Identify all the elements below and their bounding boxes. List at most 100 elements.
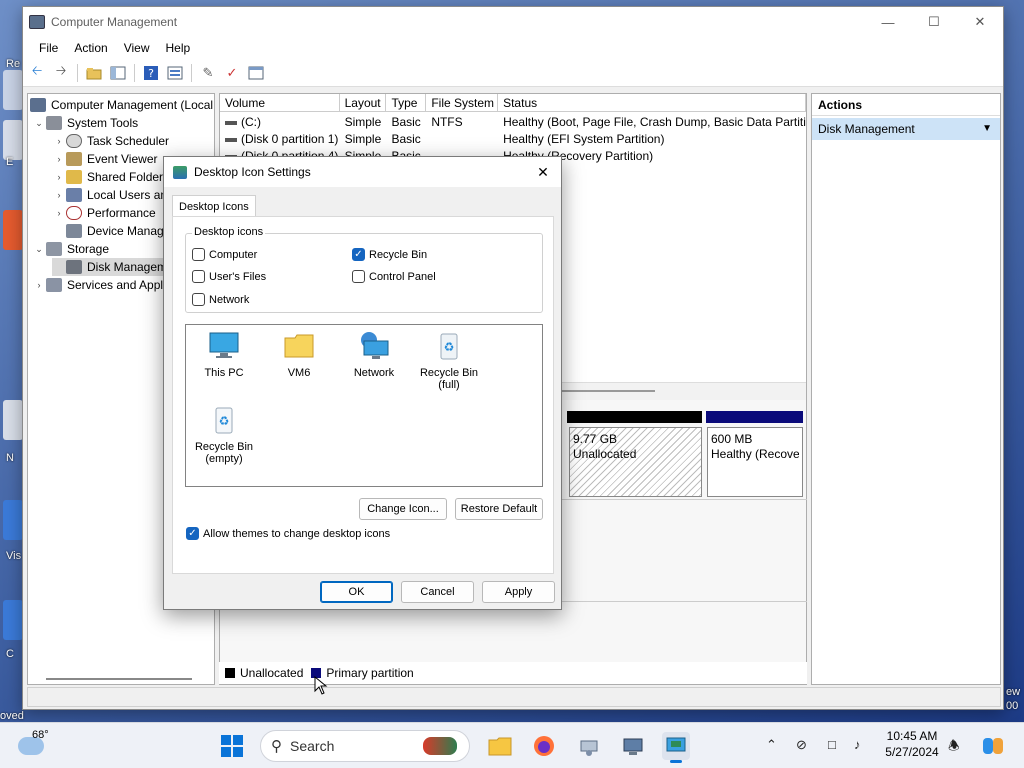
checkmark-icon[interactable]: ✓	[352, 248, 365, 261]
desktop-icon-label: C	[6, 648, 14, 660]
icon-network[interactable]: Network	[336, 331, 412, 379]
recovery-partition-region[interactable]: 600 MB Healthy (Recove	[707, 427, 803, 497]
forward-arrow-icon[interactable]: 🡢	[51, 63, 71, 83]
dialog-title-bar[interactable]: Desktop Icon Settings ✕	[164, 157, 561, 187]
table-row[interactable]: (C:) Simple Basic NTFS Healthy (Boot, Pa…	[220, 114, 806, 131]
app-button[interactable]	[575, 732, 603, 760]
check-icon[interactable]: ✓	[222, 63, 242, 83]
chevron-down-icon[interactable]: ⌄	[32, 118, 46, 129]
tree-item-services-and-applications[interactable]: › Services and Appl	[32, 276, 163, 294]
menu-file[interactable]: File	[31, 41, 66, 55]
icon-recycle-bin-full[interactable]: ♻ Recycle Bin (full)	[411, 331, 487, 391]
show-hidden-icons-chevron-icon[interactable]: ⌃	[766, 737, 777, 753]
taskbar-search[interactable]: ⚲ Search	[260, 730, 470, 762]
tree-item-local-users[interactable]: › Local Users an	[52, 186, 167, 204]
column-status[interactable]: Status	[498, 94, 806, 111]
tree-item-storage[interactable]: ⌄ Storage	[32, 240, 109, 258]
network-disconnected-icon[interactable]: ⊘	[796, 737, 807, 753]
maximize-button[interactable]: ☐	[911, 7, 957, 37]
tree-item-system-tools[interactable]: ⌄ System Tools	[32, 114, 138, 132]
tree-horizontal-scrollbar[interactable]	[46, 678, 192, 680]
clock[interactable]: 10:45 AM 5/27/2024	[880, 728, 944, 760]
icon-vm6-folder[interactable]: VM6	[261, 331, 337, 379]
app-button[interactable]	[619, 732, 647, 760]
menu-help[interactable]: Help	[158, 41, 199, 55]
desktop-icons-group: Desktop icons Computer User's Files Netw…	[185, 226, 543, 313]
connect-icon[interactable]: ✎	[198, 63, 218, 83]
tree-item-event-viewer[interactable]: › Event Viewer	[52, 150, 157, 168]
checkbox-box[interactable]	[352, 270, 365, 283]
desktop-icon[interactable]	[3, 400, 23, 440]
start-button[interactable]	[218, 732, 246, 760]
action-disk-management[interactable]: Disk Management ▼	[812, 118, 1000, 140]
up-folder-icon[interactable]	[84, 63, 104, 83]
unallocated-region[interactable]: 9.77 GB Unallocated	[569, 427, 702, 497]
active-app-button[interactable]	[662, 732, 690, 763]
tree-item-computer-management[interactable]: Computer Management (Local	[30, 96, 213, 114]
column-layout[interactable]: Layout	[340, 94, 387, 111]
chevron-right-icon[interactable]: ›	[32, 280, 46, 290]
firefox-button[interactable]	[530, 732, 558, 760]
ok-button[interactable]: OK	[320, 581, 393, 603]
desktop-icon-label: Re	[6, 58, 21, 70]
tree-item-device-manager[interactable]: Device Manag	[52, 222, 164, 240]
title-bar[interactable]: Computer Management — ☐ ✕	[23, 7, 1003, 37]
column-file-system[interactable]: File System	[426, 94, 499, 111]
chevron-right-icon[interactable]: ›	[52, 172, 66, 182]
scrollbar-thumb[interactable]	[560, 390, 655, 392]
allow-themes-checkbox[interactable]: ✓ Allow themes to change desktop icons	[186, 527, 390, 540]
menu-action[interactable]: Action	[66, 41, 115, 55]
desktop-icon[interactable]	[3, 120, 23, 160]
apply-button[interactable]: Apply	[482, 581, 555, 603]
chevron-right-icon[interactable]: ›	[52, 136, 66, 146]
column-type[interactable]: Type	[386, 94, 427, 111]
volume-layout: Simple	[344, 115, 382, 129]
help-icon[interactable]: ?	[141, 63, 161, 83]
tree-item-performance[interactable]: › Performance	[52, 204, 156, 222]
checkbox-box[interactable]	[192, 270, 205, 283]
chevron-right-icon[interactable]: ›	[52, 154, 66, 164]
tree-item-task-scheduler[interactable]: › Task Scheduler	[52, 132, 169, 150]
dialog-close-button[interactable]: ✕	[533, 162, 553, 182]
desktop-icon[interactable]	[3, 500, 23, 540]
change-icon-button[interactable]: Change Icon...	[359, 498, 447, 520]
window-icon[interactable]	[246, 63, 266, 83]
icon-this-pc[interactable]: This PC	[186, 331, 262, 379]
checkmark-icon[interactable]: ✓	[186, 527, 199, 540]
desktop-icon[interactable]	[3, 70, 23, 110]
desktop-icon[interactable]	[3, 600, 23, 640]
network-checkbox[interactable]: Network	[192, 293, 249, 306]
minimize-button[interactable]: —	[865, 7, 911, 37]
file-explorer-button[interactable]	[486, 732, 514, 760]
chevron-down-icon[interactable]: ⌄	[32, 244, 46, 255]
icon-recycle-bin-empty[interactable]: ♻ Recycle Bin (empty)	[186, 405, 262, 465]
weather-widget[interactable]: 68°	[18, 727, 58, 755]
firefox-icon	[534, 736, 554, 756]
chevron-right-icon[interactable]: ›	[52, 190, 66, 200]
show-hide-tree-icon[interactable]	[108, 63, 128, 83]
volume-fs	[426, 131, 498, 148]
properties-icon[interactable]	[165, 63, 185, 83]
tab-desktop-icons[interactable]: Desktop Icons	[172, 195, 256, 217]
menu-view[interactable]: View	[116, 41, 158, 55]
computer-checkbox[interactable]: Computer	[192, 248, 257, 261]
cancel-button[interactable]: Cancel	[401, 581, 474, 603]
dropdown-arrow-icon[interactable]: ▼	[982, 118, 992, 140]
notification-bell-icon[interactable]: 🕭	[948, 737, 960, 759]
close-button[interactable]: ✕	[957, 7, 1003, 37]
volume-icon[interactable]: ♪	[854, 737, 861, 752]
recycle-bin-checkbox[interactable]: ✓ Recycle Bin	[352, 248, 427, 261]
desktop-icon[interactable]	[3, 210, 23, 250]
column-volume[interactable]: Volume	[220, 94, 340, 111]
chevron-right-icon[interactable]: ›	[52, 208, 66, 218]
control-panel-checkbox[interactable]: Control Panel	[352, 270, 436, 283]
table-row[interactable]: (Disk 0 partition 1) Simple Basic Health…	[220, 131, 806, 148]
checkbox-box[interactable]	[192, 248, 205, 261]
restore-default-button[interactable]: Restore Default	[455, 498, 543, 520]
display-icon[interactable]: □	[828, 737, 836, 752]
tree-item-shared-folders[interactable]: › Shared Folders	[52, 168, 169, 186]
checkbox-box[interactable]	[192, 293, 205, 306]
back-arrow-icon[interactable]: 🡠	[27, 63, 47, 83]
users-files-checkbox[interactable]: User's Files	[192, 270, 266, 283]
copilot-button[interactable]	[980, 732, 1006, 760]
